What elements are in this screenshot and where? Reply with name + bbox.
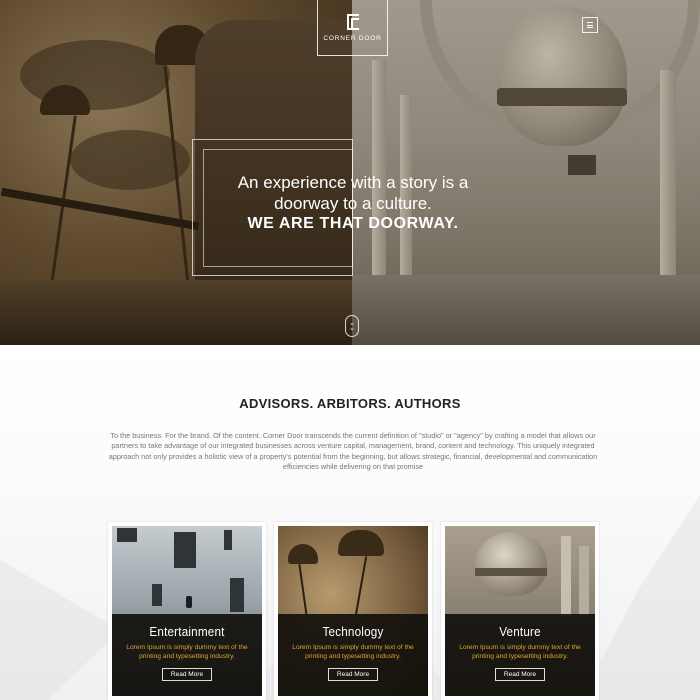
double-chevron-down-icon: ⌄ ⌄ [349, 319, 355, 332]
hero-section: Corner Door An experience with a story i… [0, 0, 700, 345]
card-technology[interactable]: Technology Lorem Ipsum is simply dummy t… [274, 522, 432, 700]
hot-air-balloon [475, 532, 547, 596]
card-description: Lorem Ipsum is simply dummy text of the … [459, 644, 581, 660]
tripod-leg [298, 564, 308, 616]
card-entertainment[interactable]: Entertainment Lorem Ipsum is simply dumm… [108, 522, 266, 700]
card-panel: Technology Lorem Ipsum is simply dummy t… [278, 614, 428, 696]
read-more-button[interactable]: Read More [494, 668, 546, 681]
tripod-machine [288, 544, 318, 564]
card-panel: Entertainment Lorem Ipsum is simply dumm… [112, 614, 262, 696]
floating-door [152, 584, 162, 606]
hero-line-2: doorway to a culture. [274, 194, 432, 213]
background-polygon [0, 560, 120, 700]
hamburger-icon [587, 27, 593, 28]
card-title: Entertainment [149, 624, 225, 639]
hero-column [561, 536, 571, 616]
person-figure [186, 596, 192, 608]
card-title: Venture [499, 624, 541, 639]
card-panel: Venture Lorem Ipsum is simply dummy text… [445, 614, 595, 696]
card-title: Technology [322, 624, 384, 639]
tripod-leg [354, 556, 368, 616]
hero-column [579, 546, 589, 616]
hamburger-icon [587, 22, 593, 23]
card-venture[interactable]: Venture Lorem Ipsum is simply dummy text… [441, 522, 599, 700]
scroll-down-button[interactable]: ⌄ ⌄ [345, 315, 359, 337]
hero-tagline: WE ARE THAT DOORWAY. [247, 215, 459, 232]
floating-door [230, 578, 244, 612]
hamburger-icon [587, 24, 593, 26]
floating-door [224, 530, 232, 550]
tripod-machine [338, 530, 384, 556]
menu-button[interactable] [582, 17, 598, 33]
floating-door [174, 532, 196, 568]
floating-door [117, 528, 137, 542]
read-more-button[interactable]: Read More [327, 668, 379, 681]
hero-headline: An experience with a story is a doorway … [200, 172, 506, 233]
section-title: ADVISORS. ARBITORS. AUTHORS [239, 396, 461, 411]
hero-line-1: An experience with a story is a [237, 173, 469, 192]
section-description: To the business. For the brand. Of the c… [108, 431, 598, 471]
balloon-band [475, 568, 547, 576]
logo[interactable]: Corner Door [317, 0, 388, 56]
card-description: Lorem Ipsum is simply dummy text of the … [126, 644, 248, 660]
logo-text: Corner Door [323, 34, 382, 42]
read-more-button[interactable]: Read More [161, 668, 213, 681]
card-description: Lorem Ipsum is simply dummy text of the … [292, 644, 414, 660]
logo-mark-icon [346, 13, 359, 30]
